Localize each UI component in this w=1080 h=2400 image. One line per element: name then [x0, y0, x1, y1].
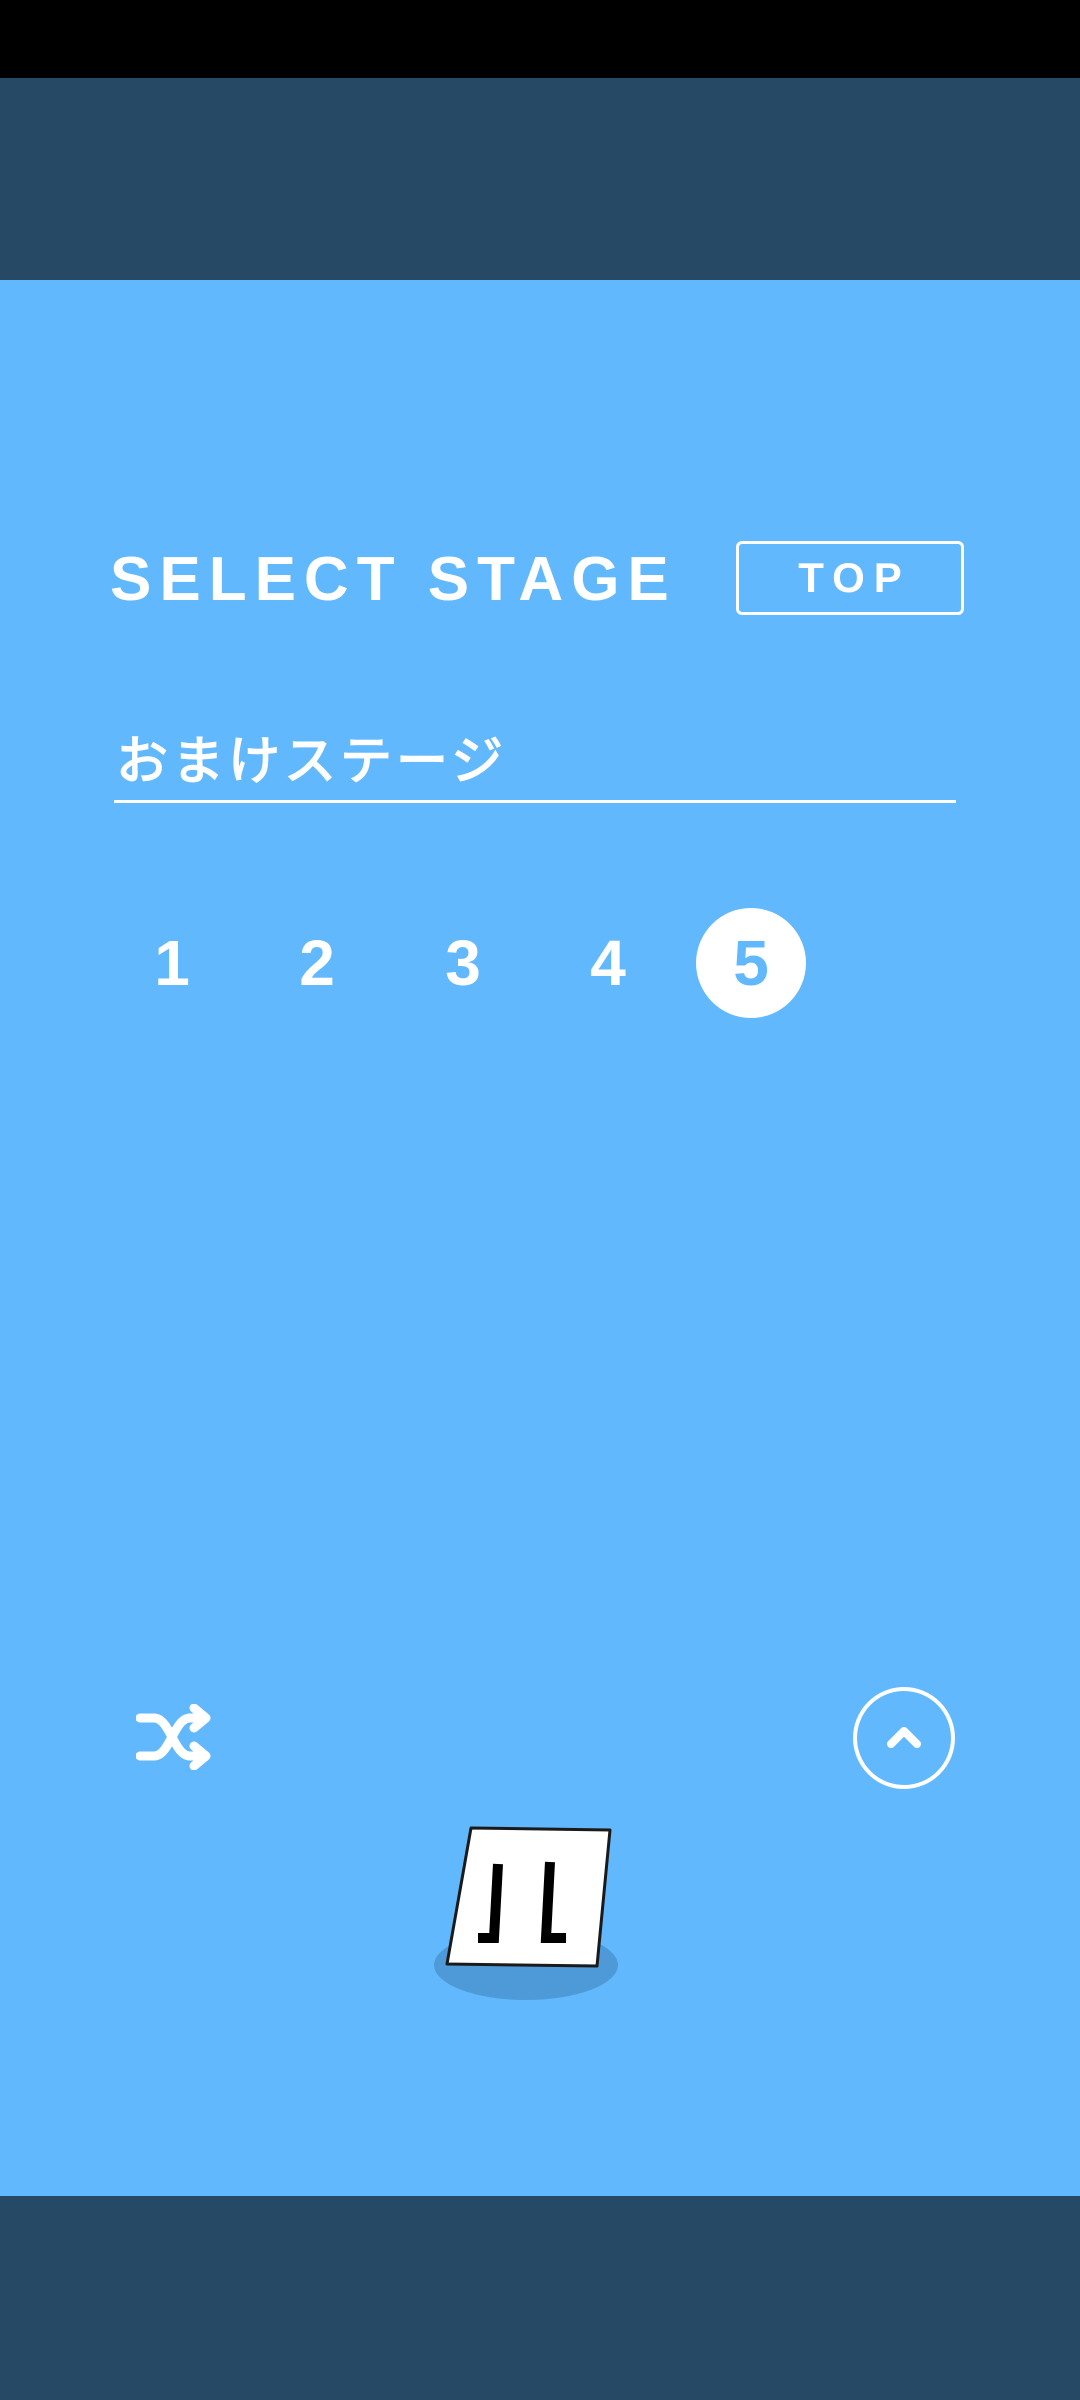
shuffle-icon[interactable]: [135, 1703, 214, 1771]
stage-button-4[interactable]: 4: [553, 908, 663, 1018]
scroll-up-button[interactable]: [853, 1687, 955, 1789]
category-underline: [114, 800, 956, 803]
stage-button-1[interactable]: 1: [117, 908, 227, 1018]
stage-button-5[interactable]: 5: [696, 908, 806, 1018]
chevron-up-icon: [887, 1727, 921, 1748]
stage-button-3[interactable]: 3: [408, 908, 518, 1018]
top-button[interactable]: TOP: [736, 541, 964, 615]
character-card[interactable]: [440, 1820, 620, 1970]
stage-button-2[interactable]: 2: [262, 908, 372, 1018]
status-bar: [0, 0, 1080, 78]
bottom-band: [0, 2196, 1080, 2400]
category-title: おまけステージ: [116, 732, 507, 792]
top-band: [0, 78, 1080, 280]
page-title: SELECT STAGE: [110, 545, 677, 614]
